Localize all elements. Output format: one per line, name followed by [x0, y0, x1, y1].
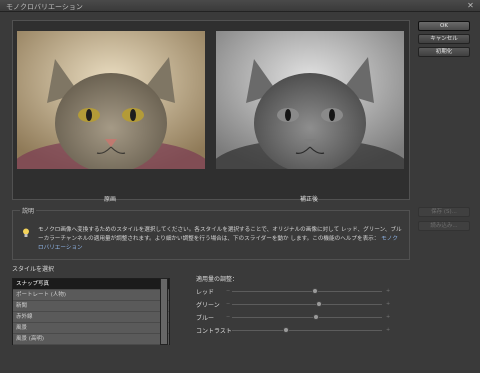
list-item[interactable]: 赤外線 [13, 312, 169, 323]
list-item[interactable]: 風景 [13, 323, 169, 334]
before-label: 原画 [103, 196, 116, 203]
plus-icon: + [386, 288, 391, 294]
description-text: モノクロ画像へ変換するためのスタイルを選択してください。各スタイルを選択すること… [38, 226, 403, 253]
slider-track[interactable] [232, 291, 382, 292]
style-select-label: スタイルを選択 [12, 266, 55, 273]
slider-track[interactable] [232, 317, 382, 318]
plus-icon: + [386, 314, 391, 320]
list-item[interactable]: 風景 (高明) [13, 334, 169, 345]
title-bar: モノクロバリエーション ✕ [0, 0, 480, 12]
after-image [216, 31, 404, 169]
plus-icon: + [386, 301, 391, 307]
load-button[interactable]: 読み込み... [418, 221, 470, 231]
description-legend: 説明 [20, 206, 37, 215]
list-item[interactable]: スナップ写真 [13, 279, 169, 290]
close-icon[interactable]: ✕ [466, 1, 475, 10]
cancel-button[interactable]: キャンセル [418, 34, 470, 44]
slider-label: グリーン [196, 302, 220, 309]
before-image [17, 31, 205, 169]
slider-track[interactable] [232, 304, 382, 305]
minus-icon: − [226, 327, 231, 333]
slider-track[interactable] [232, 330, 382, 331]
style-list-scrollbar[interactable] [160, 278, 168, 345]
reset-button[interactable]: 初期化 [418, 47, 470, 57]
adjust-label: 適用量の調整： [196, 276, 239, 283]
green-slider[interactable]: グリーン − + [196, 300, 396, 309]
slider-thumb[interactable] [311, 288, 318, 294]
minus-icon: − [226, 301, 231, 307]
list-item[interactable]: 新聞 [13, 301, 169, 312]
slider-thumb[interactable] [313, 314, 319, 320]
contrast-slider[interactable]: コントラスト − + [196, 326, 396, 335]
list-item[interactable]: ポートレート (人物) [13, 290, 169, 301]
scrollbar-thumb[interactable] [161, 279, 167, 344]
save-button[interactable]: 保存 (S)... [418, 207, 470, 217]
blue-slider[interactable]: ブルー − + [196, 313, 396, 322]
slider-label: ブルー [196, 315, 215, 322]
plus-icon: + [386, 327, 391, 333]
minus-icon: − [226, 288, 231, 294]
lightbulb-icon [23, 228, 29, 237]
red-slider[interactable]: レッド − + [196, 287, 396, 296]
style-list[interactable]: スナップ写真 ポートレート (人物) 新聞 赤外線 風景 風景 (高明) [12, 278, 170, 345]
preview-panel [12, 20, 410, 200]
slider-thumb[interactable] [283, 327, 289, 333]
ok-button[interactable]: OK [418, 21, 470, 31]
slider-label: レッド [196, 289, 215, 296]
window-title: モノクロバリエーション [6, 3, 83, 11]
description-body: モノクロ画像へ変換するためのスタイルを選択してください。各スタイルを選択すること… [38, 227, 402, 242]
slider-thumb[interactable] [316, 301, 322, 307]
minus-icon: − [226, 314, 231, 320]
after-label: 補正後 [299, 196, 318, 203]
